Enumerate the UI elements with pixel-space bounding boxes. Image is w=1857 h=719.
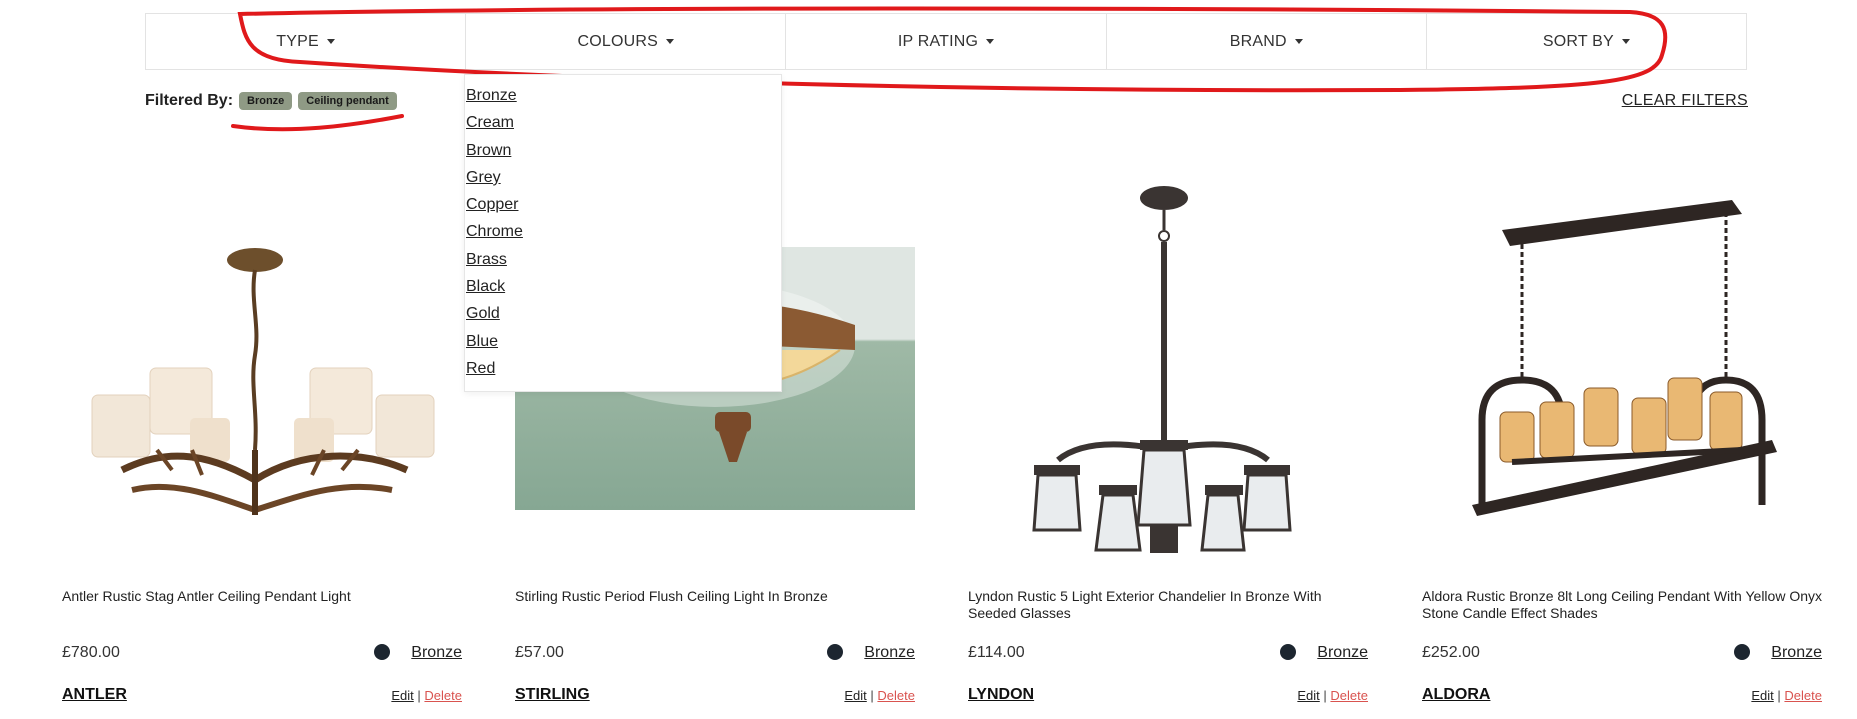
- caret-down-icon: [1621, 39, 1630, 44]
- product-title[interactable]: Stirling Rustic Period Flush Ceiling Lig…: [515, 588, 915, 605]
- delete-link[interactable]: Delete: [1330, 688, 1368, 703]
- product-colour-link[interactable]: Bronze: [1317, 644, 1368, 662]
- product-title[interactable]: Antler Rustic Stag Antler Ceiling Pendan…: [62, 588, 462, 605]
- product-brand-link[interactable]: ALDORA: [1422, 686, 1490, 704]
- colour-option-grey[interactable]: Grey: [465, 164, 781, 191]
- filter-tab-label: SORT BY: [1542, 32, 1614, 50]
- colour-option-black[interactable]: Black: [465, 273, 781, 300]
- filter-tab-label: BRAND: [1229, 32, 1287, 50]
- colour-swatch: [1280, 644, 1296, 660]
- colour-option-gold[interactable]: Gold: [465, 300, 781, 327]
- product-actions: Edit | Delete: [1751, 688, 1822, 703]
- colour-option-bronze[interactable]: Bronze: [465, 82, 781, 109]
- filter-bar: TYPE COLOURS IP RATING BRAND SORT BY: [145, 13, 1747, 70]
- product-image-lyndon[interactable]: [968, 150, 1368, 570]
- filter-tab-brand[interactable]: BRAND: [1107, 14, 1427, 69]
- colour-option-chrome[interactable]: Chrome: [465, 218, 781, 245]
- product-title[interactable]: Aldora Rustic Bronze 8lt Long Ceiling Pe…: [1422, 588, 1822, 622]
- product-card-lyndon: Lyndon Rustic 5 Light Exterior Chandelie…: [968, 150, 1368, 719]
- filter-chip-ceiling-pendant[interactable]: Ceiling pendant: [298, 92, 397, 110]
- product-actions: Edit | Delete: [391, 688, 462, 703]
- product-card-aldora: Aldora Rustic Bronze 8lt Long Ceiling Pe…: [1422, 150, 1822, 719]
- caret-down-icon: [1294, 39, 1303, 44]
- annotation-underline: [231, 114, 404, 132]
- product-brand-link[interactable]: LYNDON: [968, 686, 1034, 704]
- delete-link[interactable]: Delete: [424, 688, 462, 703]
- filter-tab-colours[interactable]: COLOURS: [466, 14, 787, 69]
- filter-chip-bronze[interactable]: Bronze: [239, 92, 293, 110]
- edit-link[interactable]: Edit: [844, 688, 866, 703]
- product-brand-link[interactable]: ANTLER: [62, 686, 127, 704]
- filter-tab-type[interactable]: TYPE: [146, 14, 467, 69]
- filter-tab-sort-by[interactable]: SORT BY: [1427, 14, 1746, 69]
- colour-swatch: [374, 644, 390, 660]
- action-separator: |: [1323, 688, 1327, 703]
- action-separator: |: [417, 688, 421, 703]
- product-actions: Edit | Delete: [844, 688, 915, 703]
- filtered-by-row: Filtered By: Bronze Ceiling pendant: [145, 92, 397, 110]
- edit-link[interactable]: Edit: [1297, 688, 1319, 703]
- product-title[interactable]: Lyndon Rustic 5 Light Exterior Chandelie…: [968, 588, 1368, 622]
- colour-option-blue[interactable]: Blue: [465, 328, 781, 355]
- product-colour-link[interactable]: Bronze: [411, 644, 462, 662]
- colour-option-copper[interactable]: Copper: [465, 191, 781, 218]
- caret-down-icon: [666, 39, 675, 44]
- action-separator: |: [870, 688, 874, 703]
- product-image-aldora[interactable]: [1422, 150, 1822, 570]
- filter-tab-label: IP RATING: [897, 32, 979, 50]
- product-price: £780.00: [62, 644, 120, 661]
- filtered-by-label: Filtered By:: [145, 92, 234, 109]
- product-price: £252.00: [1422, 644, 1480, 661]
- colour-swatch: [827, 644, 843, 660]
- action-separator: |: [1777, 688, 1781, 703]
- caret-down-icon: [986, 39, 995, 44]
- product-colour-link[interactable]: Bronze: [864, 644, 915, 662]
- filter-tab-label: TYPE: [276, 32, 319, 50]
- colour-option-brass[interactable]: Brass: [465, 246, 781, 273]
- edit-link[interactable]: Edit: [1751, 688, 1773, 703]
- delete-link[interactable]: Delete: [877, 688, 915, 703]
- product-card-antler: Antler Rustic Stag Antler Ceiling Pendan…: [62, 150, 462, 719]
- product-image-antler[interactable]: [62, 150, 462, 570]
- product-brand-link[interactable]: STIRLING: [515, 686, 590, 704]
- filter-tab-label: COLOURS: [577, 32, 659, 50]
- colour-option-brown[interactable]: Brown: [465, 137, 781, 164]
- delete-link[interactable]: Delete: [1784, 688, 1822, 703]
- product-price: £114.00: [968, 644, 1025, 661]
- caret-down-icon: [326, 39, 335, 44]
- product-actions: Edit | Delete: [1297, 688, 1368, 703]
- clear-filters-link[interactable]: CLEAR FILTERS: [1622, 92, 1748, 110]
- edit-link[interactable]: Edit: [391, 688, 413, 703]
- colour-option-red[interactable]: Red: [465, 355, 781, 382]
- colour-option-cream[interactable]: Cream: [465, 109, 781, 136]
- colours-dropdown-menu: Bronze Cream Brown Grey Copper Chrome Br…: [464, 74, 782, 392]
- product-price: £57.00: [515, 644, 564, 661]
- product-colour-link[interactable]: Bronze: [1771, 644, 1822, 662]
- filter-tab-ip-rating[interactable]: IP RATING: [786, 14, 1107, 69]
- colour-swatch: [1734, 644, 1750, 660]
